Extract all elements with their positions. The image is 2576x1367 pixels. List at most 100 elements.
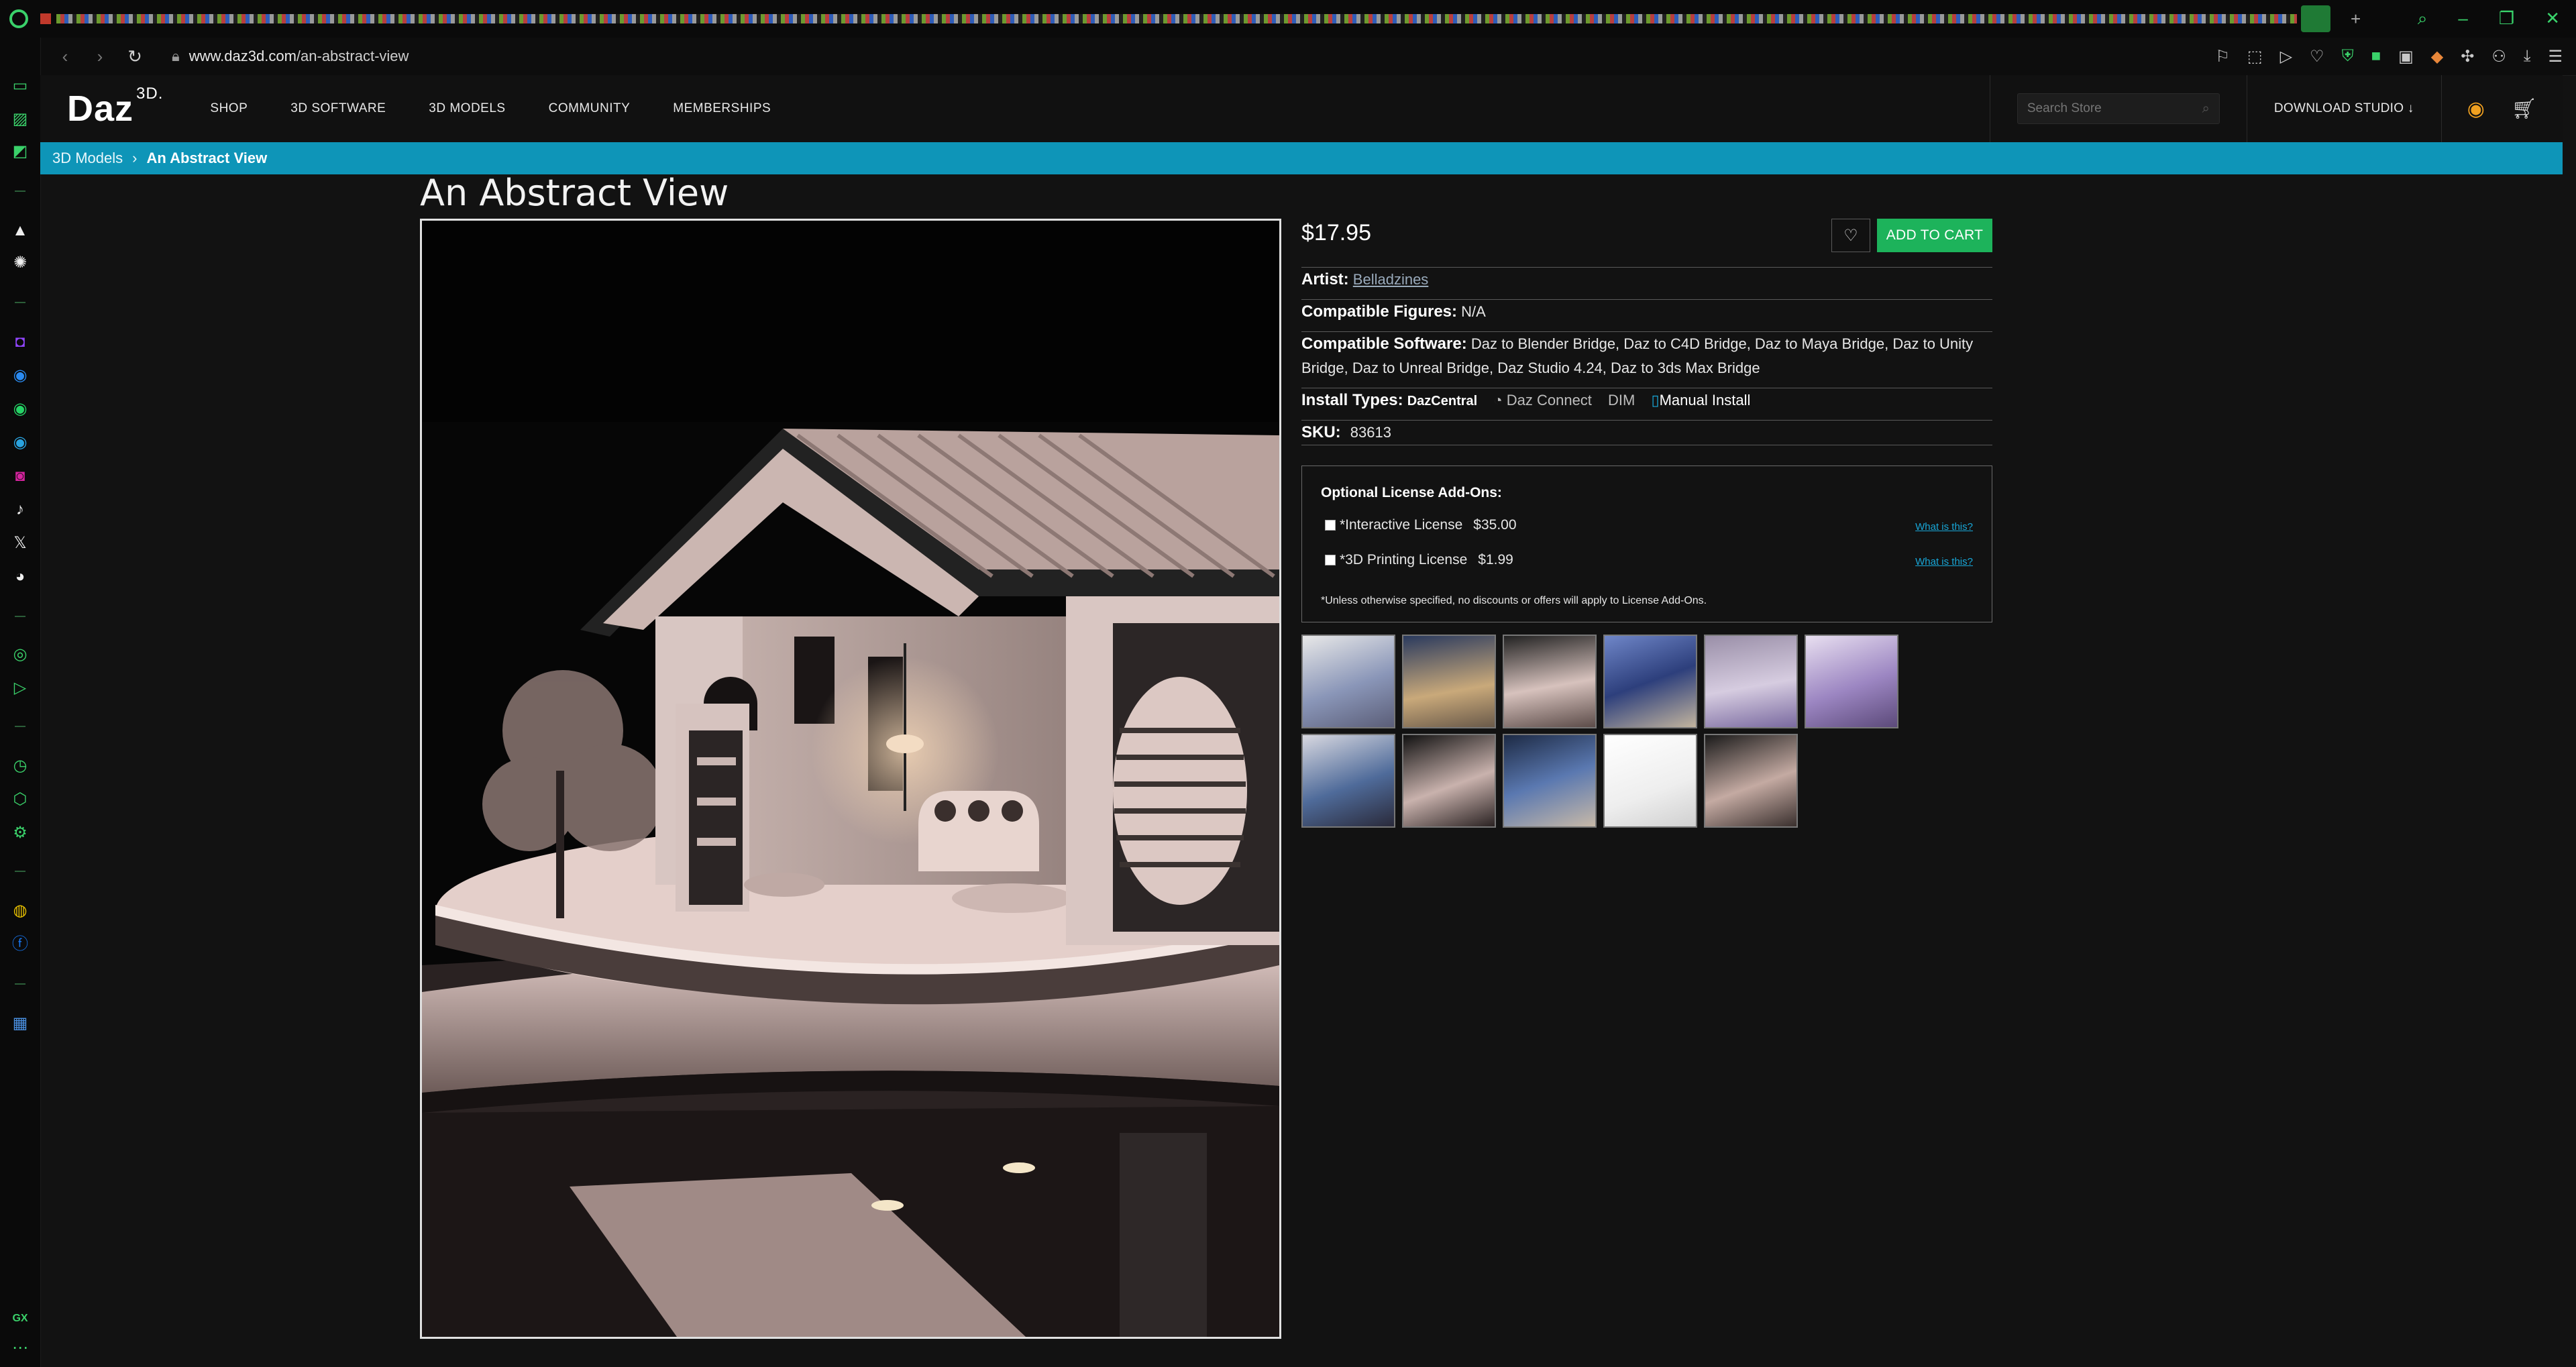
gx-corner-icon[interactable]: ▨	[11, 110, 30, 129]
restore-icon[interactable]: ❐	[2499, 8, 2514, 30]
chatgpt-icon[interactable]: ✺	[11, 254, 30, 272]
cart-icon[interactable]: 🛒︎	[2512, 97, 2537, 121]
search-box: ⌕	[2017, 93, 2220, 124]
interactive-license-info-link[interactable]: What is this?	[1915, 521, 1973, 533]
aria-icon[interactable]: ▲	[11, 221, 30, 240]
vpn-icon[interactable]: ▣	[2398, 47, 2414, 66]
gx-label[interactable]: GX	[11, 1309, 30, 1328]
bookmark-icon[interactable]: ⚐	[2215, 47, 2230, 66]
lock-icon[interactable]: 🔒︎	[172, 48, 180, 65]
gallery-thumbnail[interactable]	[1603, 635, 1697, 728]
download-icon[interactable]: ⤓	[2524, 47, 2531, 66]
account-icons: ◉ 🛒︎	[2467, 97, 2537, 121]
active-tab[interactable]	[2301, 5, 2330, 32]
search-icon[interactable]: ⌕	[2202, 101, 2210, 117]
x-twitter-icon[interactable]: 𝕏	[11, 534, 30, 553]
wishlist-button[interactable]: ♡	[1831, 219, 1870, 252]
interactive-license-checkbox[interactable]	[1325, 520, 1336, 531]
forward-icon[interactable]: ›	[90, 46, 110, 67]
sidebar-divider	[15, 616, 25, 617]
daz-logo[interactable]: Daz 3D.	[67, 85, 163, 129]
gallery-thumbnail[interactable]	[1301, 734, 1395, 828]
address-bar[interactable]: www.daz3d.com/an-abstract-view	[189, 48, 409, 65]
play-icon[interactable]: ▷	[2280, 47, 2292, 66]
browser-sidebar: ▭ ▨ ◩ ▲ ✺ ◘ ◉ ◉ ◉ ◙ ♪ 𝕏 ◕ ◎ ▷ ◷ ⬡ ⚙ ◍ ⓕ …	[0, 38, 41, 1367]
twitch-icon[interactable]: ◘	[11, 333, 30, 351]
extension-green-icon[interactable]: ■	[2371, 47, 2381, 66]
search-tabs-icon[interactable]: ⌕	[2418, 8, 2428, 30]
wallet-icon[interactable]: ◆	[2431, 47, 2443, 66]
app-icon-blue[interactable]: ▦	[11, 1014, 30, 1033]
music-player-icon[interactable]: ◎	[11, 645, 30, 664]
artist-link[interactable]: Belladzines	[1353, 271, 1429, 288]
gallery-thumbnail[interactable]	[1402, 635, 1496, 728]
messenger-icon[interactable]: ◉	[11, 366, 30, 385]
gallery-thumbnail[interactable]	[1704, 734, 1798, 828]
snapshot-icon[interactable]: ⬚	[2247, 47, 2263, 66]
main-product-image[interactable]	[420, 219, 1281, 1339]
gallery-thumbnail[interactable]	[1805, 635, 1898, 728]
product-price: $17.95	[1301, 220, 1371, 245]
software-label: Compatible Software:	[1301, 335, 1467, 353]
account-icon[interactable]: ◉	[2467, 97, 2485, 121]
profile-icon[interactable]: ⚇	[2491, 47, 2506, 66]
telegram-icon[interactable]: ◉	[11, 433, 30, 452]
figures-value: N/A	[1461, 303, 1486, 320]
whatsapp-icon[interactable]: ◉	[11, 400, 30, 419]
facebook-icon[interactable]: ⓕ	[11, 935, 30, 954]
breadcrumb-separator: ›	[132, 150, 138, 166]
settings-icon[interactable]: ⚙	[11, 824, 30, 842]
license-addons-box: Optional License Add-Ons: *Interactive L…	[1301, 466, 1992, 622]
instagram-icon[interactable]: ◙	[11, 467, 30, 486]
tab-list[interactable]	[56, 14, 2297, 23]
nav-memberships[interactable]: MEMBERSHIPS	[673, 101, 771, 116]
tab-favicon-icon[interactable]	[40, 13, 51, 24]
player-icon[interactable]: ◩	[11, 142, 30, 161]
minimize-icon[interactable]: –	[2458, 8, 2467, 30]
render-illustration	[422, 221, 1279, 1337]
more-icon[interactable]: ⋯	[11, 1339, 30, 1358]
reload-icon[interactable]: ↻	[125, 46, 145, 67]
menu-icon[interactable]: ☰	[2548, 47, 2563, 66]
file-icon: ▯	[1651, 392, 1660, 408]
close-window-icon[interactable]: ✕	[2545, 8, 2560, 30]
gallery-thumbnail[interactable]	[1603, 734, 1697, 828]
send-icon[interactable]: ▷	[11, 679, 30, 698]
license-note: *Unless otherwise specified, no discount…	[1321, 595, 1707, 606]
heart-icon: ♡	[1843, 226, 1858, 245]
window-controls: ⌕ – ❐ ✕	[2418, 8, 2560, 30]
printing-license-checkbox[interactable]	[1325, 555, 1336, 565]
gallery-thumbnail[interactable]	[1704, 635, 1798, 728]
breadcrumb-3d-models[interactable]: 3D Models	[52, 150, 123, 167]
printing-license-info-link[interactable]: What is this?	[1915, 556, 1973, 567]
interactive-license-name: *Interactive License	[1340, 517, 1463, 533]
nav-3d-models[interactable]: 3D MODELS	[429, 101, 505, 116]
compatible-figures-row: Compatible Figures: N/A	[1301, 299, 1992, 324]
app-icon-yellow[interactable]: ◍	[11, 901, 30, 920]
nav-3d-software[interactable]: 3D SOFTWARE	[290, 101, 386, 116]
gallery-thumbnail[interactable]	[1301, 635, 1395, 728]
license-title: Optional License Add-Ons:	[1321, 485, 1502, 500]
search-input[interactable]	[2017, 101, 2202, 116]
discord-icon[interactable]: ◕	[11, 567, 30, 586]
history-icon[interactable]: ◷	[11, 757, 30, 775]
install-dim: DIM	[1608, 392, 1635, 408]
tiktok-icon[interactable]: ♪	[11, 500, 30, 519]
extensions-icon[interactable]: ⬡	[11, 790, 30, 809]
opera-gx-logo-icon[interactable]	[9, 9, 28, 28]
shield-icon[interactable]: ⛨	[2342, 47, 2354, 66]
gallery-thumbnail[interactable]	[1503, 734, 1597, 828]
download-studio-button[interactable]: DOWNLOAD STUDIO ↓	[2274, 101, 2414, 116]
arrow-down-icon: ↓	[2407, 101, 2414, 115]
puzzle-icon[interactable]: ✣	[2461, 47, 2474, 66]
nav-community[interactable]: COMMUNITY	[549, 101, 631, 116]
add-to-cart-button[interactable]: ADD TO CART	[1877, 219, 1992, 252]
gallery-thumbnail[interactable]	[1503, 635, 1597, 728]
gx-control-icon[interactable]: ▭	[11, 76, 30, 95]
nav-shop[interactable]: SHOP	[210, 101, 248, 116]
new-tab-icon[interactable]: +	[2351, 9, 2361, 30]
heart-icon[interactable]: ♡	[2310, 47, 2324, 66]
artist-label: Artist:	[1301, 270, 1349, 288]
gallery-thumbnail[interactable]	[1402, 734, 1496, 828]
back-icon[interactable]: ‹	[55, 46, 75, 67]
